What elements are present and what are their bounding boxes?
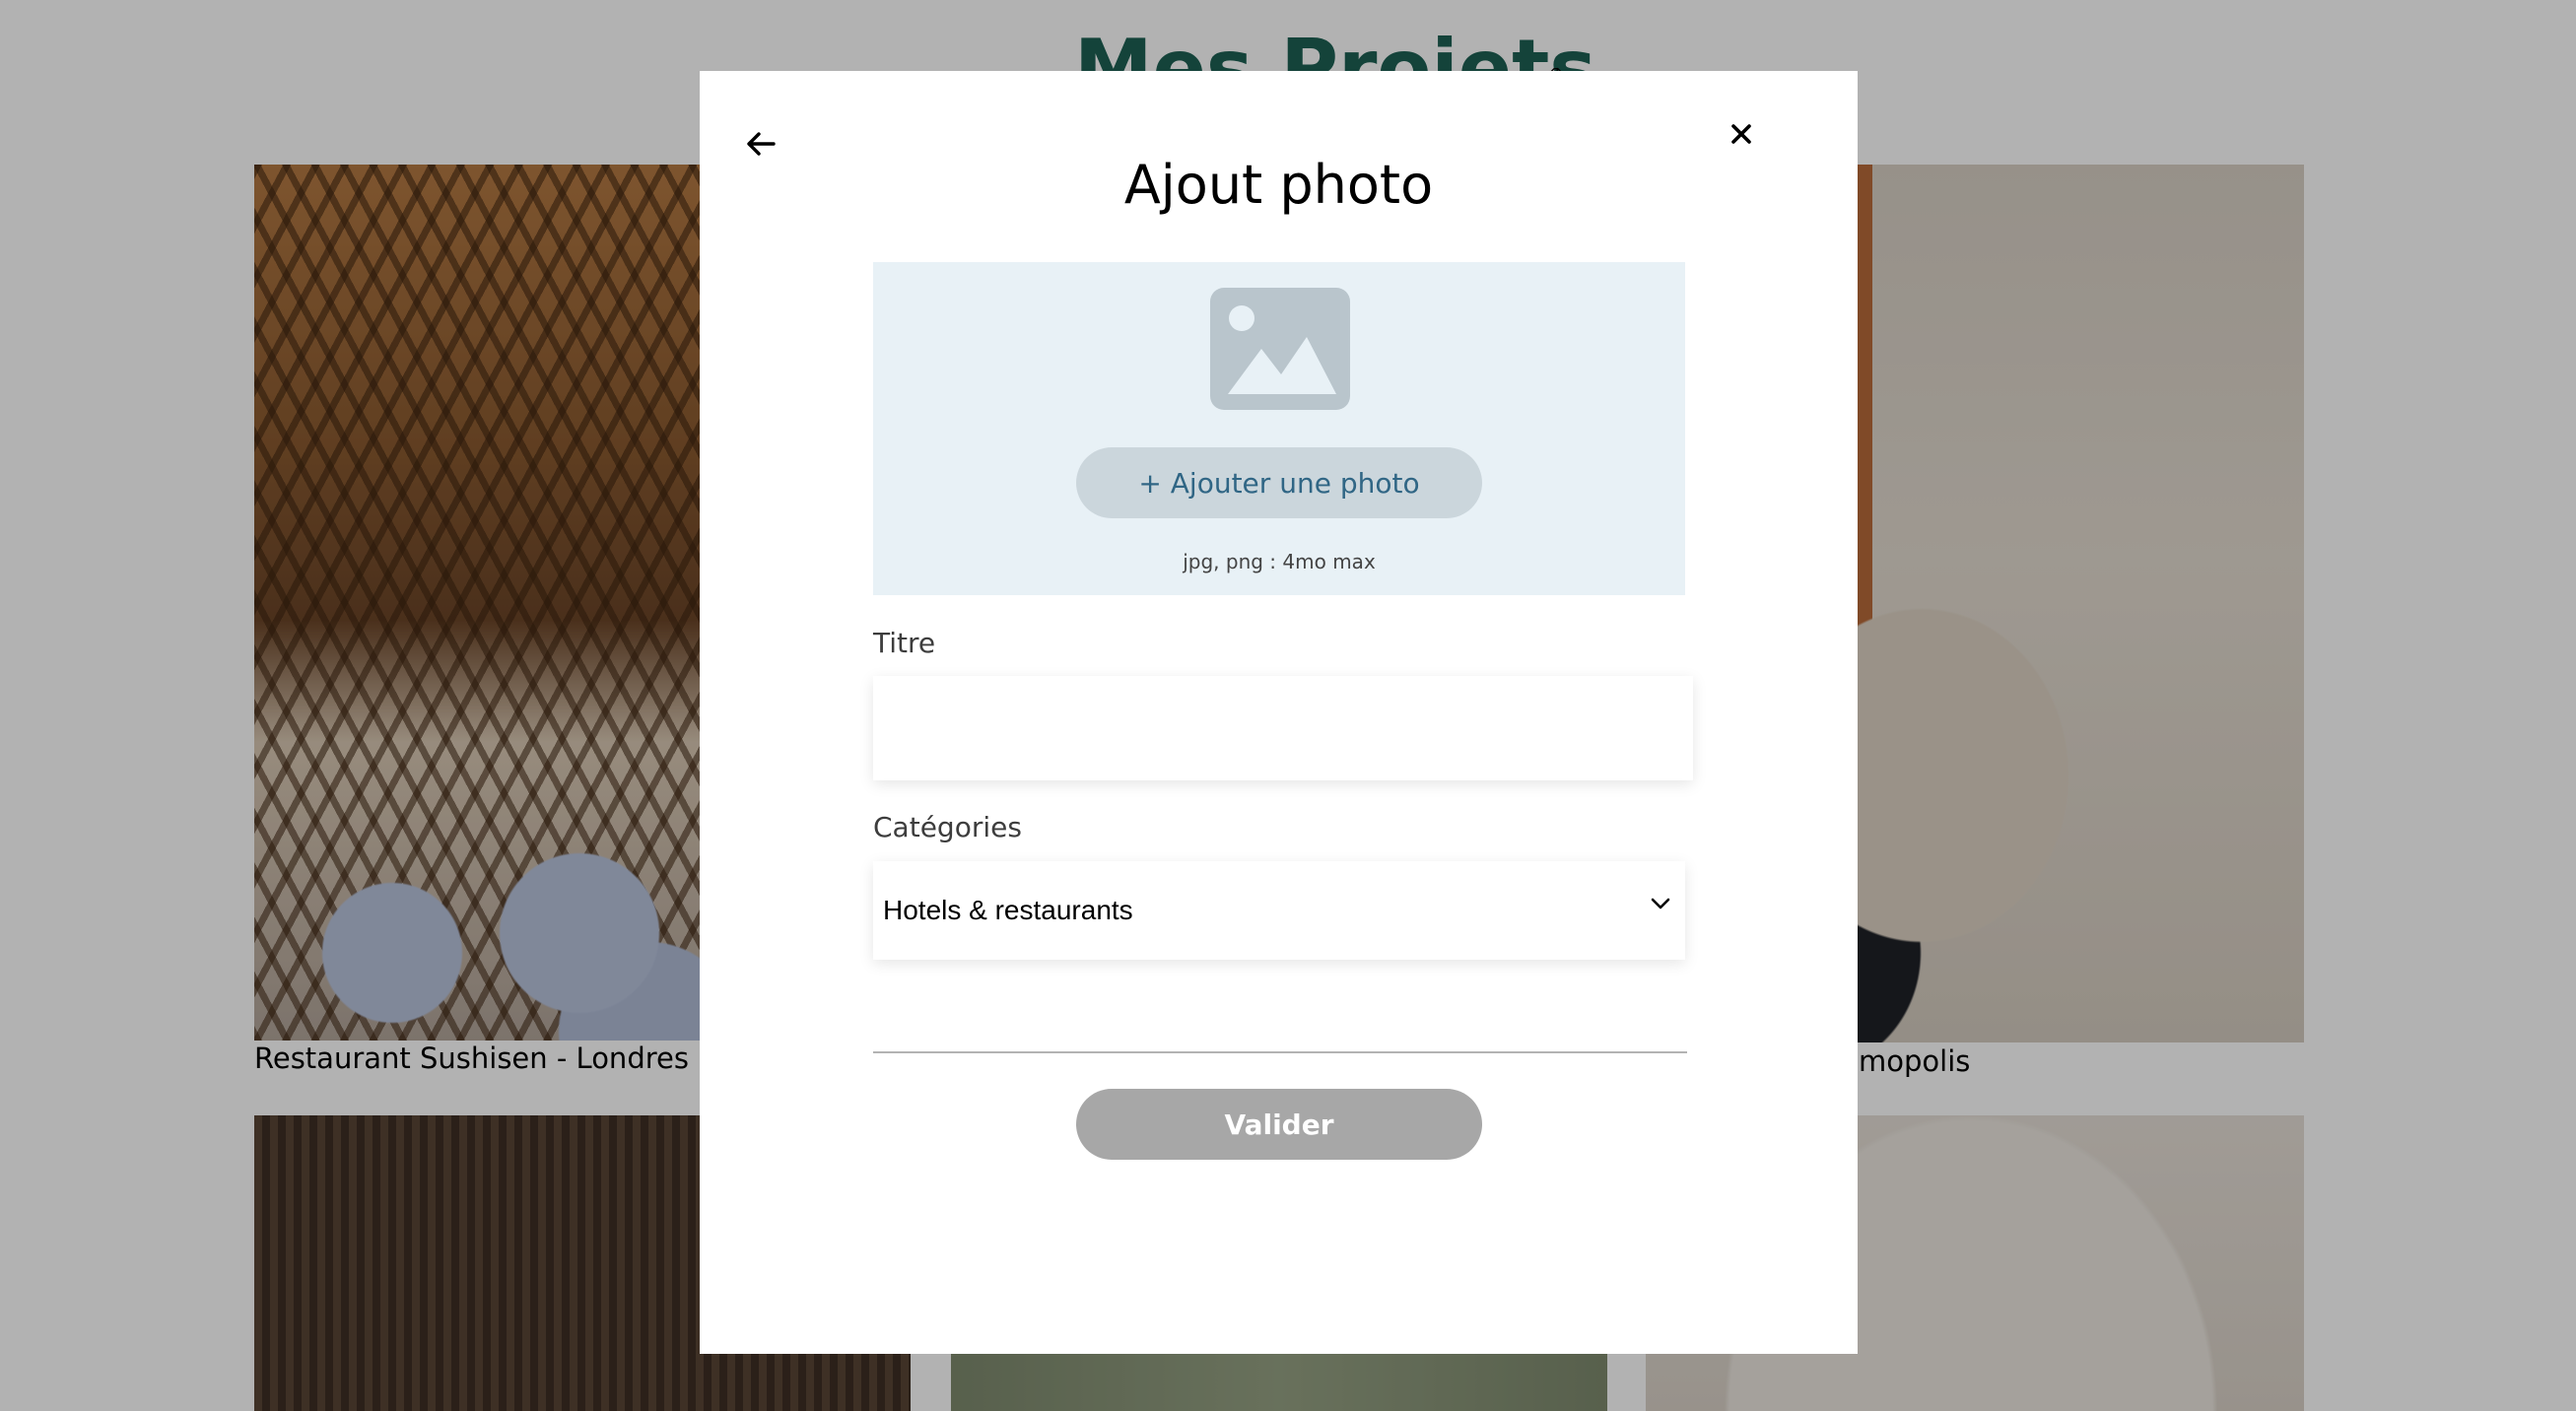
title-label: Titre [873,627,936,659]
validate-button[interactable]: Valider [1076,1089,1482,1160]
title-input[interactable] [873,676,1693,780]
categories-label: Catégories [873,811,1022,843]
add-photo-button[interactable]: + Ajouter une photo [1076,447,1482,518]
category-select[interactable]: Hotels & restaurants [873,861,1685,960]
category-selected-value: Hotels & restaurants [883,895,1133,925]
image-placeholder-icon [1210,288,1350,415]
photo-upload-zone[interactable]: + Ajouter une photo jpg, png : 4mo max [873,262,1685,595]
file-format-hint: jpg, png : 4mo max [1183,550,1376,573]
chevron-down-icon [1650,897,1671,915]
form-divider [873,1051,1687,1053]
add-photo-modal: Ajout photo + Ajouter une photo jpg, png… [700,71,1858,1354]
modal-title: Ajout photo [1123,154,1434,216]
